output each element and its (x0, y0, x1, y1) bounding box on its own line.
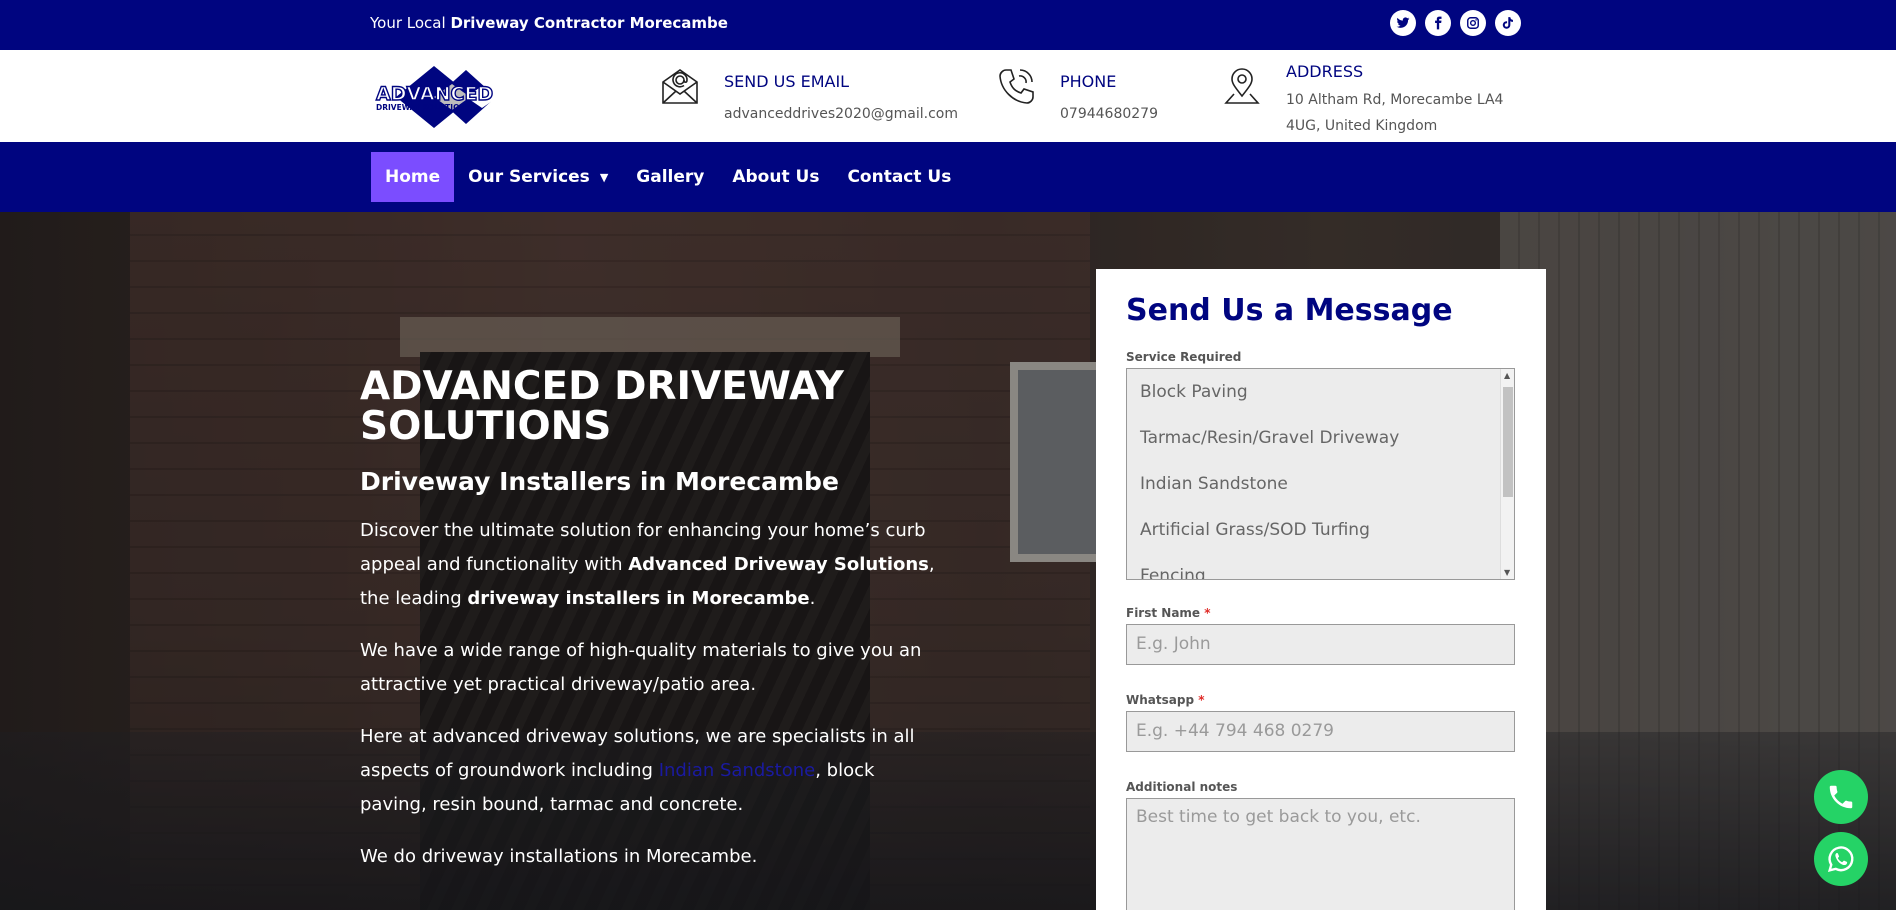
service-option[interactable]: Tarmac/Resin/Gravel Driveway (1127, 415, 1514, 461)
phone-icon (996, 66, 1036, 106)
service-option[interactable]: Fencing (1127, 553, 1514, 579)
instagram-icon[interactable] (1460, 10, 1486, 36)
first-name-field: First Name * E.g. John (1126, 606, 1516, 665)
chevron-down-icon: ▼ (599, 170, 609, 184)
form-title: Send Us a Message (1126, 293, 1453, 328)
service-option[interactable]: Artificial Grass/SOD Turfing (1127, 507, 1514, 553)
scrollbar-thumb[interactable] (1503, 387, 1513, 497)
first-name-label-text: First Name (1126, 606, 1201, 620)
phone-info: PHONE 07944680279 (996, 62, 1158, 127)
nav-gallery[interactable]: Gallery (622, 152, 718, 202)
header: ADVANCED DRIVEWAY SOLUTIONS SEND US EMAI… (0, 50, 1896, 142)
email-title: SEND US EMAIL (724, 72, 850, 91)
email-address[interactable]: advanceddrives2020@gmail.com (724, 101, 958, 127)
hero-overlay (0, 212, 1896, 910)
scroll-up-icon[interactable]: ▲ (1504, 371, 1510, 380)
top-bar: Your Local Driveway Contractor Morecambe (0, 0, 1896, 50)
required-mark: * (1204, 606, 1211, 620)
hero-section: ADVANCED DRIVEWAY SOLUTIONS Driveway Ins… (0, 212, 1896, 910)
hero-p1-bold-brand: Advanced Driveway Solutions (628, 554, 929, 575)
nav-home[interactable]: Home (371, 152, 455, 202)
address-text: 10 Altham Rd, Morecambe LA4 4UG, United … (1286, 92, 1504, 134)
envelope-icon (660, 66, 700, 106)
service-option[interactable]: Block Paving (1127, 369, 1514, 415)
notes-field: Additional notes Best time to get back t… (1126, 780, 1516, 910)
address-info: ADDRESS 10 Altham Rd, Morecambe LA4 4UG,… (1222, 62, 1516, 139)
service-required-select[interactable]: Block Paving Tarmac/Resin/Gravel Drivewa… (1126, 368, 1515, 580)
tagline-prefix: Your Local (370, 14, 451, 32)
whatsapp-label: Whatsapp * (1126, 693, 1516, 707)
hero-p1-bold-service: driveway installers in Morecambe (467, 588, 810, 609)
additional-notes-textarea[interactable]: Best time to get back to you, etc. (1126, 798, 1515, 910)
hero-p1-period: . (809, 588, 816, 609)
scroll-down-icon[interactable]: ▼ (1504, 568, 1510, 577)
main-nav: Home Our Services ▼ Gallery About Us Cont… (0, 142, 1896, 212)
social-links (1390, 10, 1521, 36)
call-button[interactable] (1814, 770, 1868, 824)
indian-sandstone-link[interactable]: Indian Sandstone (659, 760, 816, 781)
listbox-scrollbar[interactable]: ▲ ▼ (1500, 369, 1514, 579)
hero-paragraph-1: Discover the ultimate solution for enhan… (360, 514, 940, 616)
hero-title: ADVANCED DRIVEWAY SOLUTIONS (360, 364, 844, 449)
site-logo[interactable]: ADVANCED DRIVEWAY SOLUTIONS (374, 64, 524, 130)
whatsapp-icon (1827, 846, 1854, 872)
logo-subtext: DRIVEWAY SOLUTIONS (376, 103, 471, 112)
email-info: SEND US EMAIL advanceddrives2020@gmail.c… (660, 62, 958, 127)
location-pin-icon (1222, 66, 1262, 106)
whatsapp-input[interactable]: E.g. +44 794 468 0279 (1126, 711, 1515, 752)
first-name-input[interactable]: E.g. John (1126, 624, 1515, 665)
phone-icon (1829, 785, 1853, 809)
phone-number[interactable]: 07944680279 (1060, 101, 1158, 127)
nav-our-services[interactable]: Our Services ▼ (454, 152, 622, 202)
required-mark: * (1198, 693, 1205, 707)
whatsapp-button[interactable] (1814, 832, 1868, 886)
contact-form-card: Send Us a Message Service Required Block… (1096, 269, 1546, 910)
nav-about-us[interactable]: About Us (718, 152, 833, 202)
logo-wordmark: ADVANCED (376, 83, 493, 105)
whatsapp-label-text: Whatsapp (1126, 693, 1195, 707)
tiktok-icon[interactable] (1495, 10, 1521, 36)
nav-contact-us[interactable]: Contact Us (833, 152, 965, 202)
hero-paragraph-4: We do driveway installations in Morecamb… (360, 846, 758, 867)
twitter-icon[interactable] (1390, 10, 1416, 36)
facebook-icon[interactable] (1425, 10, 1451, 36)
hero-paragraph-2: We have a wide range of high-quality mat… (360, 640, 922, 695)
hero-paragraph-3: Here at advanced driveway solutions, we … (360, 720, 940, 822)
address-title: ADDRESS (1286, 62, 1364, 81)
additional-notes-label: Additional notes (1126, 780, 1238, 794)
whatsapp-field: Whatsapp * E.g. +44 794 468 0279 (1126, 693, 1516, 752)
service-option[interactable]: Indian Sandstone (1127, 461, 1514, 507)
tagline: Your Local Driveway Contractor Morecambe (370, 14, 728, 32)
service-required-label: Service Required (1126, 350, 1242, 364)
phone-title: PHONE (1060, 72, 1117, 91)
hero-text: ADVANCED DRIVEWAY SOLUTIONS Driveway Ins… (360, 367, 940, 874)
first-name-label: First Name * (1126, 606, 1516, 620)
tagline-bold: Driveway Contractor Morecambe (450, 14, 728, 32)
hero-subtitle: Driveway Installers in Morecambe (360, 467, 839, 496)
nav-our-services-label: Our Services (468, 167, 590, 187)
